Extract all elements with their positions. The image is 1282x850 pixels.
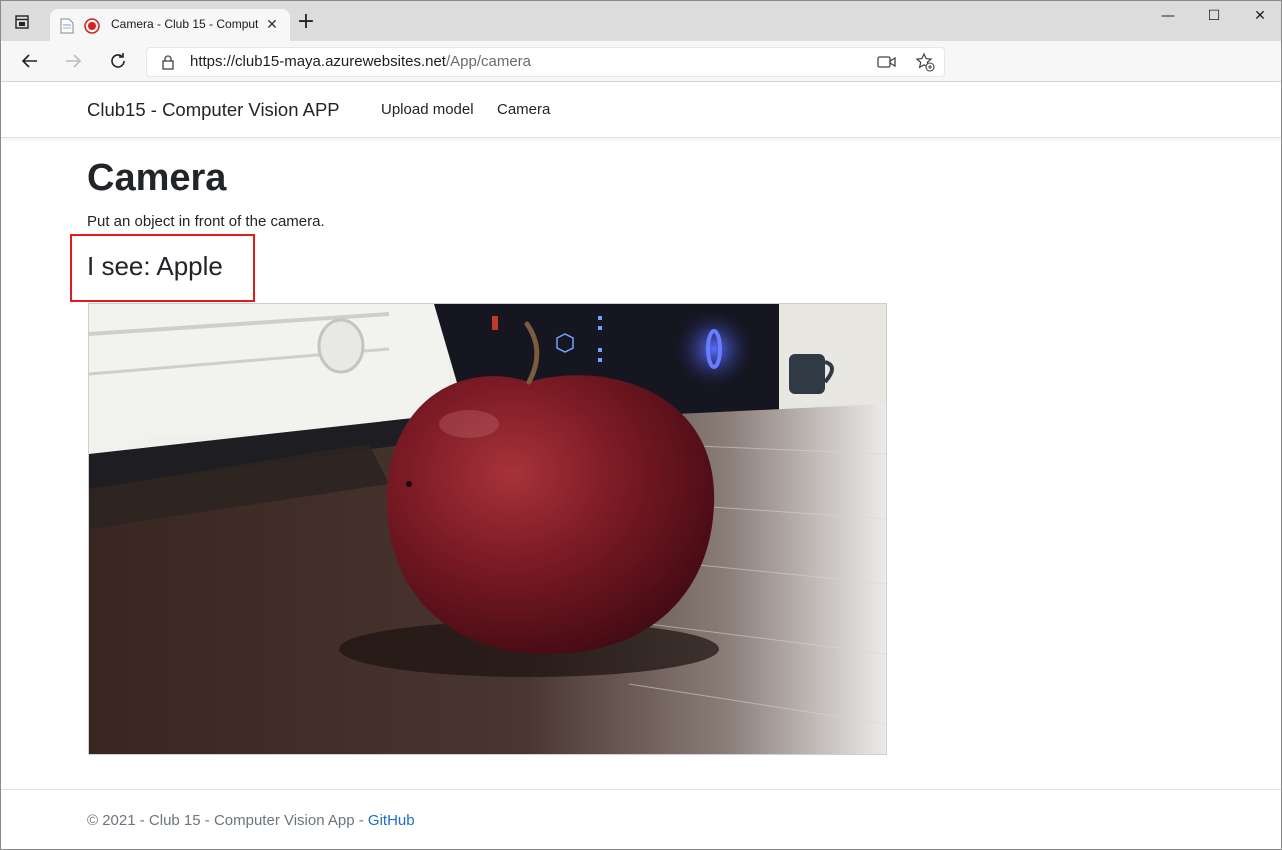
- tab-actions-icon[interactable]: [15, 14, 29, 29]
- url-text: https://club15-maya.azurewebsites.net/Ap…: [190, 53, 531, 70]
- page-title: Camera: [87, 157, 227, 199]
- tab-strip: Camera - Club 15 - Comput ✕ + — ☐ ✕: [1, 1, 1281, 42]
- back-icon[interactable]: [19, 50, 41, 72]
- nav-link-upload-model[interactable]: Upload model: [381, 101, 474, 118]
- site-navbar: Club15 - Computer Vision APP Upload mode…: [1, 82, 1281, 138]
- site-footer: © 2021 - Club 15 - Computer Vision App -…: [1, 789, 1281, 849]
- page-icon: [60, 18, 74, 34]
- url-path: /App/camera: [445, 53, 532, 70]
- instruction-text: Put an object in front of the camera.: [87, 213, 325, 230]
- camera-feed: [88, 303, 887, 755]
- tab-close-icon[interactable]: ✕: [264, 17, 280, 33]
- refresh-icon[interactable]: [107, 50, 129, 72]
- prediction-result: I see: Apple: [87, 251, 223, 281]
- url-host: https://club15-maya.azurewebsites.net: [190, 53, 446, 70]
- tab-title: Camera - Club 15 - Comput: [111, 17, 259, 31]
- github-link[interactable]: GitHub: [368, 812, 415, 829]
- minimize-button[interactable]: —: [1145, 1, 1191, 33]
- add-favorite-icon[interactable]: [915, 52, 935, 72]
- active-tab[interactable]: Camera - Club 15 - Comput ✕: [50, 9, 290, 42]
- maximize-button[interactable]: ☐: [1191, 1, 1237, 33]
- nav-link-camera[interactable]: Camera: [497, 101, 550, 118]
- camera-permission-icon[interactable]: [877, 54, 897, 70]
- brand-link[interactable]: Club15 - Computer Vision APP: [87, 99, 340, 121]
- browser-toolbar: https://club15-maya.azurewebsites.net/Ap…: [1, 41, 1281, 82]
- forward-icon[interactable]: [62, 50, 84, 72]
- lock-icon[interactable]: [161, 54, 175, 70]
- new-tab-button[interactable]: +: [296, 11, 316, 33]
- address-bar[interactable]: https://club15-maya.azurewebsites.net/Ap…: [146, 47, 945, 77]
- close-window-button[interactable]: ✕: [1237, 1, 1281, 33]
- browser-window: Camera - Club 15 - Comput ✕ + — ☐ ✕ http…: [0, 0, 1282, 850]
- footer-copyright: © 2021 - Club 15 - Computer Vision App -: [87, 812, 368, 829]
- recording-icon: [84, 18, 100, 34]
- footer-text: © 2021 - Club 15 - Computer Vision App -…: [87, 812, 415, 829]
